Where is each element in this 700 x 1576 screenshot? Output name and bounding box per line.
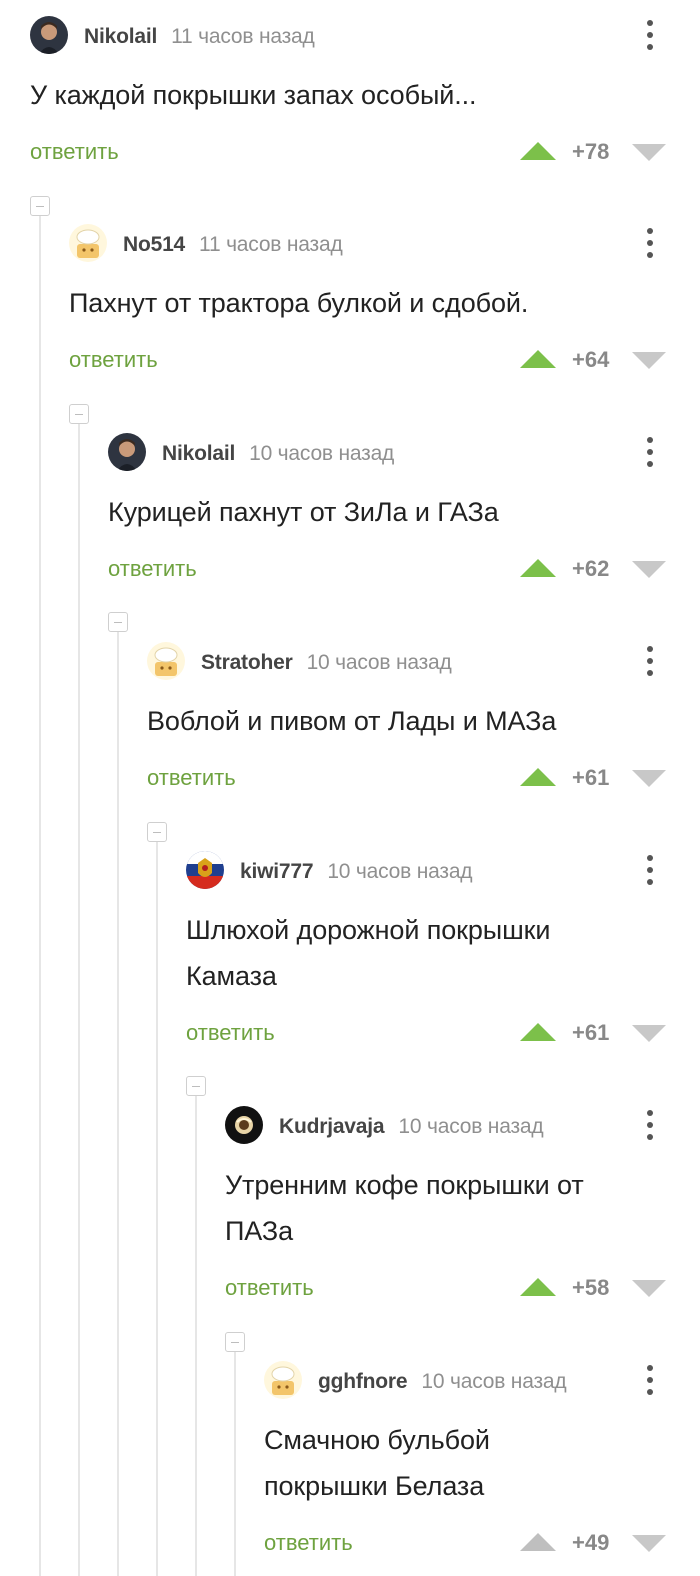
comment-author[interactable]: Kudrjavaja 10 часов назад: [279, 1115, 544, 1139]
comment-text: У каждой покрышки запах особый...: [30, 80, 477, 110]
thread-line: [117, 632, 119, 1576]
comment-score: +78: [572, 139, 610, 164]
more-options-icon[interactable]: [644, 435, 656, 469]
upvote-icon[interactable]: [520, 1533, 556, 1551]
collapse-thread-button[interactable]: [225, 1332, 245, 1352]
thread-line: [39, 216, 41, 1576]
downvote-icon[interactable]: [632, 352, 666, 369]
reply-button[interactable]: ответить: [264, 1530, 353, 1556]
upvote-icon[interactable]: [520, 768, 556, 786]
more-options-icon[interactable]: [644, 226, 656, 260]
downvote-icon[interactable]: [632, 1535, 666, 1552]
comment-score: +62: [572, 556, 610, 581]
thread-line: [234, 1352, 236, 1576]
downvote-icon[interactable]: [632, 1025, 666, 1042]
user-photo-avatar[interactable]: [30, 16, 68, 54]
comment-header: No514 11 часов назад: [69, 224, 700, 264]
comment-time: 10 часов назад: [398, 1115, 544, 1138]
comment-text: Воблой и пивом от Лады и МАЗа: [147, 706, 557, 736]
reply-button[interactable]: ответить: [30, 139, 119, 165]
comment-score: +61: [572, 765, 610, 790]
upvote-icon[interactable]: [520, 1023, 556, 1041]
comment: Stratoher 10 часов назад Воблой и пивом о…: [147, 642, 700, 802]
comment-author[interactable]: Nikolail 10 часов назад: [162, 442, 394, 466]
upvote-icon[interactable]: [520, 350, 556, 368]
more-options-icon[interactable]: [644, 853, 656, 887]
comment: Nikolail 10 часов назад Курицей пахнут от…: [108, 433, 700, 593]
comment: Nikolail 11 часов назад У каждой покрышки…: [30, 16, 700, 176]
comment-text: Смачною бульбой покрышки Белаза: [264, 1425, 490, 1501]
default-chef-avatar[interactable]: [264, 1361, 302, 1399]
comment-author[interactable]: Stratoher 10 часов назад: [201, 651, 452, 675]
user-photo-avatar[interactable]: [108, 433, 146, 471]
default-chef-avatar[interactable]: [147, 642, 185, 680]
comment-author[interactable]: Nikolail 11 часов назад: [84, 25, 315, 49]
comment-text: Утренним кофе покрышки от ПАЗа: [225, 1170, 584, 1246]
comment-header: gghfnore 10 часов назад: [264, 1361, 700, 1401]
comment: gghfnore 10 часов назад Смачною бульбой по…: [264, 1361, 700, 1571]
comment-score: +49: [572, 1530, 610, 1555]
comment-time: 10 часов назад: [421, 1370, 567, 1393]
comment-text: Курицей пахнут от ЗиЛа и ГАЗа: [108, 497, 499, 527]
thread-line: [195, 1096, 197, 1576]
comment-time: 10 часов назад: [327, 860, 473, 883]
coat-of-arms-avatar[interactable]: [186, 851, 224, 889]
reply-button[interactable]: ответить: [147, 765, 236, 791]
comment-time: 10 часов назад: [249, 442, 395, 465]
comment: kiwi777 10 часов назад Шлюхой дорожной по…: [186, 851, 700, 1061]
comment: No514 11 часов назад Пахнут от трактора б…: [69, 224, 700, 384]
upvote-icon[interactable]: [520, 142, 556, 160]
collapse-thread-button[interactable]: [69, 404, 89, 424]
comment-header: Stratoher 10 часов назад: [147, 642, 700, 682]
reply-button[interactable]: ответить: [225, 1275, 314, 1301]
comment-author[interactable]: No514 11 часов назад: [123, 233, 343, 257]
thread-line: [156, 842, 158, 1576]
comment: Kudrjavaja 10 часов назад Утренним кофе п…: [225, 1106, 700, 1316]
downvote-icon[interactable]: [632, 1280, 666, 1297]
reply-button[interactable]: ответить: [108, 556, 197, 582]
comment-text: Пахнут от трактора булкой и сдобой.: [69, 288, 529, 318]
upvote-icon[interactable]: [520, 1278, 556, 1296]
comment-time: 10 часов назад: [306, 651, 452, 674]
collapse-thread-button[interactable]: [147, 822, 167, 842]
comment-header: Nikolail 11 часов назад: [30, 16, 700, 56]
comment-header: Nikolail 10 часов назад: [108, 433, 700, 473]
more-options-icon[interactable]: [644, 18, 656, 52]
comment-time: 11 часов назад: [199, 233, 343, 256]
comment-time: 11 часов назад: [171, 25, 315, 48]
comment-header: kiwi777 10 часов назад: [186, 851, 700, 891]
comment-author[interactable]: gghfnore 10 часов назад: [318, 1370, 567, 1394]
downvote-icon[interactable]: [632, 144, 666, 161]
comment-header: Kudrjavaja 10 часов назад: [225, 1106, 700, 1146]
more-options-icon[interactable]: [644, 1363, 656, 1397]
thread-line: [78, 424, 80, 1576]
default-chef-avatar[interactable]: [69, 224, 107, 262]
reply-button[interactable]: ответить: [69, 347, 158, 373]
collapse-thread-button[interactable]: [108, 612, 128, 632]
downvote-icon[interactable]: [632, 561, 666, 578]
collapse-thread-button[interactable]: [186, 1076, 206, 1096]
collapse-thread-button[interactable]: [30, 196, 50, 216]
comment-score: +61: [572, 1020, 610, 1045]
comment-author[interactable]: kiwi777 10 часов назад: [240, 860, 473, 884]
comment-score: +64: [572, 347, 610, 372]
dark-round-avatar[interactable]: [225, 1106, 263, 1144]
upvote-icon[interactable]: [520, 559, 556, 577]
reply-button[interactable]: ответить: [186, 1020, 275, 1046]
comment-score: +58: [572, 1275, 610, 1300]
more-options-icon[interactable]: [644, 644, 656, 678]
downvote-icon[interactable]: [632, 770, 666, 787]
comment-text: Шлюхой дорожной покрышки Камаза: [186, 915, 551, 991]
more-options-icon[interactable]: [644, 1108, 656, 1142]
